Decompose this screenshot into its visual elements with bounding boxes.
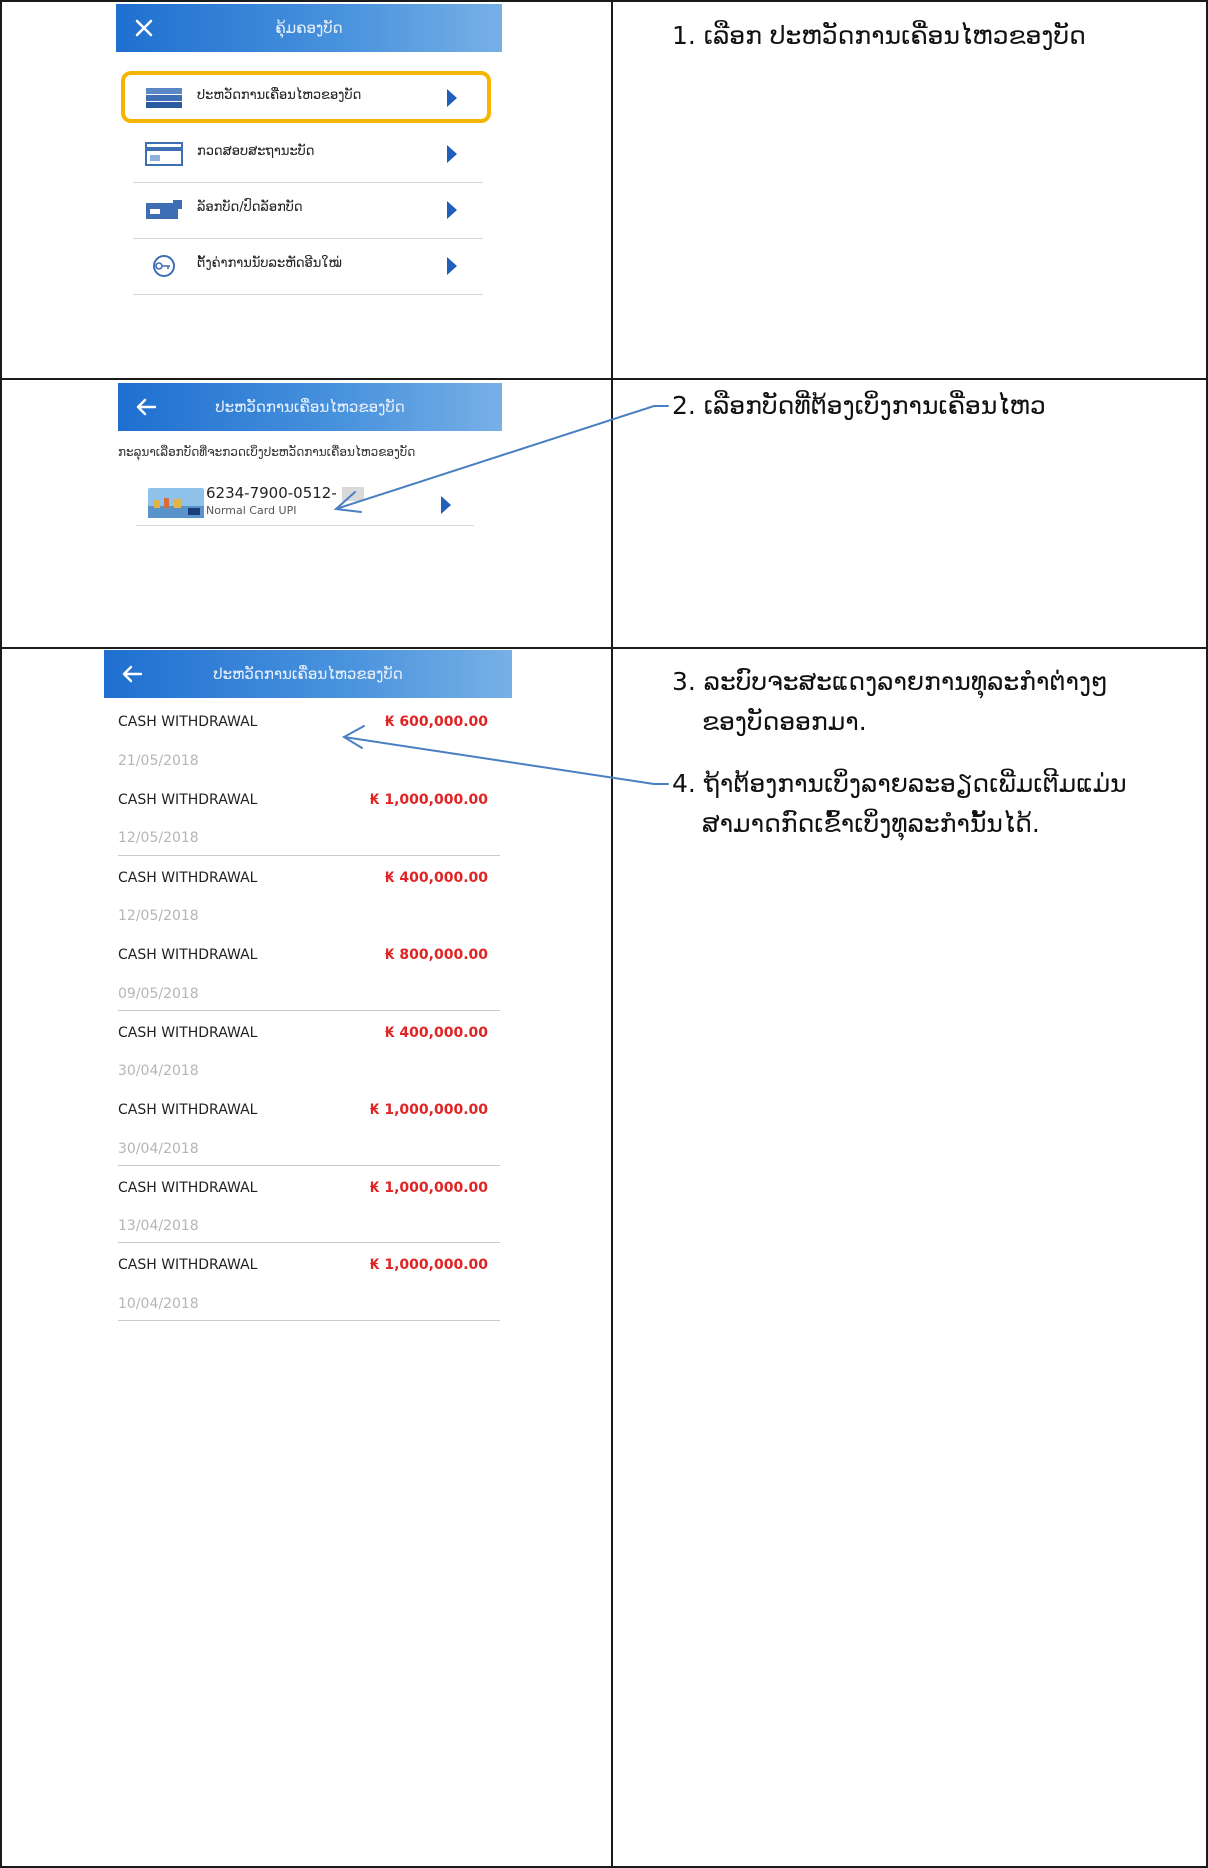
panel1-header-title: ຄຸ້ມຄອງບັດ: [275, 19, 343, 37]
tx-amount: ₭ 400,000.00: [384, 870, 488, 886]
card-lock-icon: [146, 200, 182, 219]
tx-amount: ₭ 1,000,000.00: [369, 1180, 488, 1196]
tx-description: CASH WITHDRAWAL: [118, 1257, 258, 1273]
tx-date: 21/05/2018: [118, 753, 199, 769]
tx-date: 12/05/2018: [118, 830, 199, 846]
chevron-right-icon: [447, 201, 457, 219]
panel2-header-title: ປະຫວັດການເຄື່ອນໄຫວຂອງບັດ: [215, 398, 405, 416]
tx-amount: ₭ 1,000,000.00: [369, 1102, 488, 1118]
key-reset-icon: [153, 255, 175, 277]
panel3-header: ປະຫວັດການເຄື່ອນໄຫວຂອງບັດ: [104, 650, 512, 698]
menu-item-card-lock[interactable]: ລັອກບັດ/ປົດລັອກບັດ: [133, 182, 483, 239]
tx-description: CASH WITHDRAWAL: [118, 714, 258, 730]
panel2-header: ປະຫວັດການເຄື່ອນໄຫວຂອງບັດ: [118, 383, 502, 431]
instruction-step-3: 3. ລະບົບຈະສະແດງລາຍການທຸລະກຳຕ່າງໆ ຂອງບັດອ…: [672, 662, 1108, 742]
tx-amount: ₭ 400,000.00: [384, 1025, 488, 1041]
card-stack-icon: [146, 88, 182, 108]
tx-amount: ₭ 1,000,000.00: [369, 1257, 488, 1273]
arrow-step-4-head: [342, 725, 365, 749]
row-divider: [118, 1165, 500, 1166]
chevron-right-icon: [447, 89, 457, 107]
instruction-step-4: 4. ຖ້າຕ້ອງການເບິ່ງລາຍລະອຽດເພີ່ມເຕີມແມ່ນ …: [672, 764, 1127, 844]
tx-amount: ₭ 600,000.00: [384, 714, 488, 730]
tx-description: CASH WITHDRAWAL: [118, 1025, 258, 1041]
instruction-step-1: 1. ເລືອກ ປະຫວັດການເຄື່ອນໄຫວຂອງບັດ: [672, 21, 1086, 50]
tx-description: CASH WITHDRAWAL: [118, 870, 258, 886]
tx-date: 30/04/2018: [118, 1141, 199, 1157]
row-divider: [118, 1242, 500, 1243]
tx-date: 30/04/2018: [118, 1063, 199, 1079]
chevron-right-icon: [441, 496, 451, 514]
masked-digits: [342, 487, 364, 501]
card-number: 6234-7900-0512-: [206, 484, 337, 502]
menu-item-label: ລັອກບັດ/ປົດລັອກບັດ: [197, 200, 303, 215]
arrow-step-4: [343, 736, 669, 785]
row-divider: [118, 1010, 500, 1011]
menu-item-card-history[interactable]: ປະຫວັດການເຄື່ອນໄຫວຂອງບັດ: [133, 70, 483, 126]
tx-description: CASH WITHDRAWAL: [118, 792, 258, 808]
tx-amount: ₭ 800,000.00: [384, 947, 488, 963]
instruction-step-4-line1: 4. ຖ້າຕ້ອງການເບິ່ງລາຍລະອຽດເພີ່ມເຕີມແມ່ນ: [672, 769, 1127, 798]
row-divider: [118, 855, 500, 856]
tx-date: 12/05/2018: [118, 908, 199, 924]
menu-item-card-status[interactable]: ກວດສອບສະຖານະບັດ: [133, 126, 483, 183]
chevron-right-icon: [447, 145, 457, 163]
row-divider: [118, 1320, 500, 1321]
tx-amount: ₭ 1,000,000.00: [369, 792, 488, 808]
menu-item-pin-reset[interactable]: ຕັ້ງຄ່າການນັບລະຫັດອີນໃໝ່: [133, 238, 483, 295]
menu-item-label: ກວດສອບສະຖານະບັດ: [197, 144, 315, 159]
card-list-item[interactable]: 6234-7900-0512- Normal Card UPI: [136, 478, 474, 526]
instruction-step-3-line1: 3. ລະບົບຈະສະແດງລາຍການທຸລະກຳຕ່າງໆ: [672, 667, 1108, 696]
menu-item-label: ຕັ້ງຄ່າການນັບລະຫັດອີນໃໝ່: [197, 256, 342, 271]
bank-card-thumbnail: [148, 488, 204, 518]
tx-date: 13/04/2018: [118, 1218, 199, 1234]
card-status-icon: [145, 142, 183, 166]
card-select-prompt: ກະລຸນາເລືອກບັດທີ່ຈະກວດເບິ່ງປະຫວັດການເຄື່…: [118, 445, 416, 459]
tx-description: CASH WITHDRAWAL: [118, 1102, 258, 1118]
panel1-header: ຄຸ້ມຄອງບັດ: [116, 4, 502, 52]
chevron-right-icon: [447, 257, 457, 275]
instruction-step-4-line2: ສາມາດກົດເຂົ້າເບິ່ງທຸລະກຳນັ້ນໄດ້.: [702, 809, 1040, 838]
card-type: Normal Card UPI: [206, 504, 297, 517]
tx-date: 09/05/2018: [118, 986, 199, 1002]
tx-description: CASH WITHDRAWAL: [118, 1180, 258, 1196]
menu-item-label: ປະຫວັດການເຄື່ອນໄຫວຂອງບັດ: [197, 88, 362, 103]
tx-description: CASH WITHDRAWAL: [118, 947, 258, 963]
panel3-header-title: ປະຫວັດການເຄື່ອນໄຫວຂອງບັດ: [213, 665, 403, 683]
instruction-step-3-line2: ຂອງບັດອອກມາ.: [702, 707, 867, 736]
instruction-step-2: 2. ເລືອກບັດທີ່ຕ້ອງເບິ່ງການເຄື່ອນໄຫວ: [672, 391, 1046, 420]
tx-date: 10/04/2018: [118, 1296, 199, 1312]
